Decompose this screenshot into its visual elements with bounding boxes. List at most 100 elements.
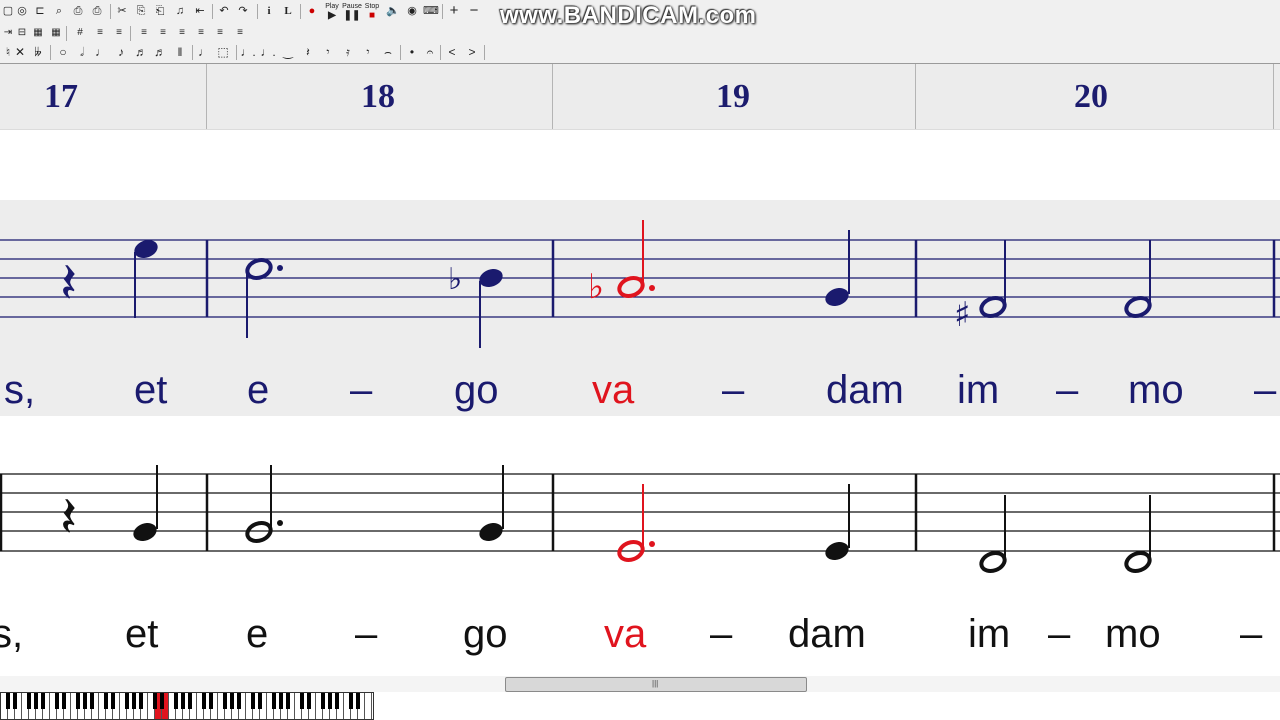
piano-black-key[interactable] [223,693,227,709]
disc-icon[interactable]: ◉ [404,3,420,19]
copy-icon[interactable]: ⎘ [133,3,149,19]
note[interactable] [1124,240,1152,319]
piano-black-key[interactable] [181,693,185,709]
ledger-icon[interactable]: ⊟ [14,25,30,41]
piano-black-key[interactable] [27,693,31,709]
bracket-icon[interactable]: ⊏ [32,3,48,19]
note[interactable] [131,465,159,544]
piano-black-key[interactable] [13,693,17,709]
piano-black-key[interactable] [83,693,87,709]
whole-note-icon[interactable]: ○ [55,44,71,60]
piano-black-key[interactable] [251,693,255,709]
note[interactable] [979,240,1007,319]
diminuendo-icon[interactable]: > [464,44,480,60]
sixteenth-rest-icon[interactable]: 𝄿 [340,44,356,60]
stop-button[interactable]: Stop ■ [362,2,382,22]
dashed-box-icon[interactable]: ⬚ [215,44,231,60]
piano-black-key[interactable] [160,693,164,709]
horizontal-scroll-track[interactable]: ||| [0,676,1280,692]
quarter-note-icon[interactable]: ♩ [93,44,109,60]
undo-icon[interactable]: ↶ [216,3,232,19]
justify-icon[interactable]: ≡ [232,25,248,41]
zoom-in-button[interactable]: + [446,3,462,19]
piano-black-key[interactable] [6,693,10,709]
dotted-quarter-icon[interactable]: ♩. [240,44,256,60]
piano-black-key[interactable] [209,693,213,709]
note[interactable] [979,495,1007,574]
glasses-icon[interactable]: ◎ [14,3,30,19]
piano-black-key[interactable] [76,693,80,709]
justify-icon[interactable]: ≡ [212,25,228,41]
piano-black-key[interactable] [356,693,360,709]
eighth-rest-icon[interactable]: 𝄾 [360,44,376,60]
tuplet-icon[interactable]: ⌢ [380,44,396,60]
piano-black-key[interactable] [349,693,353,709]
piano-black-key[interactable] [237,693,241,709]
piano-white-key[interactable] [365,693,372,719]
justify-icon[interactable]: ≡ [193,25,209,41]
piano-black-key[interactable] [174,693,178,709]
speaker-icon[interactable]: 🔈 [385,3,401,19]
note[interactable] [477,266,505,348]
note[interactable] [245,465,283,544]
align-left-icon[interactable]: ≡ [92,25,108,41]
rewind-icon[interactable]: ⇤ [192,3,208,19]
cut-icon[interactable]: ✂ [114,3,130,19]
piano-black-key[interactable] [279,693,283,709]
print-icon[interactable]: ⎙ [89,3,105,19]
music-insert-icon[interactable]: ♫ [172,3,188,19]
align-center-icon[interactable]: ≡ [155,25,171,41]
piano-black-key[interactable] [34,693,38,709]
keyboard-icon[interactable]: ⌨ [423,3,439,19]
note[interactable] [823,230,851,309]
quarter-rest[interactable]: 𝄽 [60,251,77,316]
piano-black-key[interactable] [258,693,262,709]
play-button[interactable]: Play ▶ [322,2,342,22]
fermata-icon[interactable]: 𝄐 [422,44,438,60]
align-center-icon[interactable]: ≡ [111,25,127,41]
grid-icon[interactable]: ▦ [30,25,46,41]
note[interactable] [823,484,851,563]
piano-black-key[interactable] [41,693,45,709]
piano-black-key[interactable] [307,693,311,709]
dotted-quarter-icon[interactable]: ♩. [260,44,276,60]
piano-black-key[interactable] [230,693,234,709]
note[interactable] [1124,495,1152,574]
piano-black-key[interactable] [90,693,94,709]
piano-black-key[interactable] [335,693,339,709]
pause-button[interactable]: Pause ❚❚ [342,2,362,22]
record-icon[interactable]: ● [304,3,320,19]
piano-black-key[interactable] [132,693,136,709]
print-preview-icon[interactable]: ⎙ [70,3,86,19]
align-left-icon[interactable]: ≡ [136,25,152,41]
table-icon[interactable]: # [72,25,88,41]
grid-icon[interactable]: ▦ [48,25,64,41]
zoom-out-button[interactable]: − [466,3,482,19]
piano-black-key[interactable] [111,693,115,709]
double-bar-icon[interactable]: ‖ [172,44,188,60]
piano-black-key[interactable] [272,693,276,709]
sixteenth-note-icon[interactable]: ♬ [133,44,149,60]
piano-black-key[interactable] [300,693,304,709]
piano-black-key[interactable] [321,693,325,709]
align-right-icon[interactable]: ≡ [174,25,190,41]
piano-black-key[interactable] [202,693,206,709]
piano-black-key[interactable] [62,693,66,709]
crescendo-icon[interactable]: < [444,44,460,60]
search-icon[interactable]: ⌕ [51,3,67,19]
piano-black-key[interactable] [125,693,129,709]
quarter-rest-icon[interactable]: 𝄽 [300,44,316,60]
double-flat-icon[interactable]: 𝄫 [30,44,46,60]
staccato-icon[interactable]: • [404,44,420,60]
redo-icon[interactable]: ↷ [235,3,251,19]
piano-keyboard[interactable] [0,692,374,720]
half-note-icon[interactable]: 𝅗𝅥 [74,44,90,60]
quarter-note-icon[interactable]: ♩ [196,44,212,60]
note[interactable] [477,465,505,544]
sixteenth-note-icon[interactable]: ♬ [152,44,168,60]
eighth-note-icon[interactable]: ♪ [113,44,129,60]
piano-black-key[interactable] [153,693,157,709]
piano-black-key[interactable] [139,693,143,709]
scrollbar-thumb[interactable]: ||| [505,677,807,692]
eighth-rest-icon[interactable]: 𝄾 [320,44,336,60]
